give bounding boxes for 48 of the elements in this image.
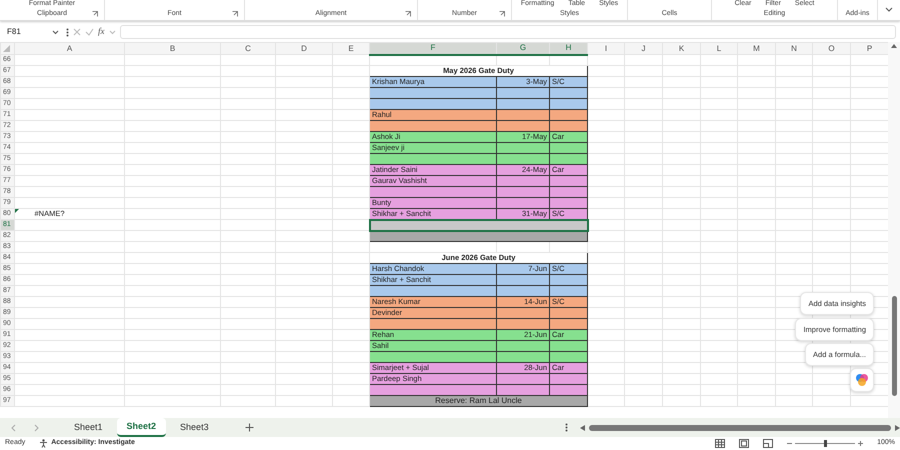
column-header[interactable]: I bbox=[588, 42, 624, 54]
zoom-in-icon[interactable] bbox=[858, 441, 864, 446]
page-layout-icon[interactable] bbox=[739, 439, 750, 448]
zoom-out-icon[interactable] bbox=[787, 441, 792, 446]
column-header[interactable]: P bbox=[850, 42, 888, 54]
column-header[interactable]: B bbox=[124, 42, 220, 54]
normal-view-icon[interactable] bbox=[715, 439, 726, 448]
sheet-tab[interactable]: Sheet1 bbox=[64, 418, 113, 436]
vertical-scrollbar[interactable] bbox=[888, 42, 900, 418]
table-cell[interactable] bbox=[370, 220, 588, 230]
column-header[interactable]: H bbox=[550, 42, 588, 54]
column-header[interactable]: M bbox=[738, 42, 776, 54]
column-header[interactable]: O bbox=[812, 42, 850, 54]
slider-thumb[interactable] bbox=[824, 440, 827, 447]
copilot-button[interactable] bbox=[850, 368, 874, 392]
more-options-icon[interactable] bbox=[66, 28, 69, 36]
reserve-note: Reserve: Ram Lal Uncle bbox=[370, 396, 588, 406]
dialog-launcher-icon[interactable] bbox=[232, 11, 238, 17]
column-header[interactable]: F bbox=[370, 42, 496, 54]
column-header[interactable]: J bbox=[624, 42, 662, 54]
column-header[interactable]: G bbox=[496, 42, 550, 54]
insert-function-button[interactable]: fx bbox=[98, 25, 104, 39]
collapse-ribbon-icon[interactable] bbox=[885, 7, 893, 13]
dropdown-icon[interactable] bbox=[52, 30, 59, 34]
zoom-slider[interactable] bbox=[795, 440, 856, 447]
dialog-launcher-icon[interactable] bbox=[499, 11, 505, 17]
accessibility-icon bbox=[39, 439, 48, 448]
scroll-left-icon[interactable] bbox=[580, 424, 586, 430]
sheet-tab[interactable]: Sheet3 bbox=[170, 418, 219, 436]
column-header[interactable]: L bbox=[700, 42, 738, 54]
copilot-icon[interactable] bbox=[855, 373, 869, 387]
sheet-tab[interactable]: Sheet2 bbox=[116, 418, 166, 438]
column-header[interactable]: K bbox=[662, 42, 700, 54]
scroll-up-icon[interactable] bbox=[888, 42, 900, 50]
scroll-right-icon[interactable] bbox=[894, 424, 900, 430]
scrollbar-thumb[interactable] bbox=[892, 296, 896, 396]
add-sheet-icon[interactable] bbox=[244, 423, 254, 432]
column-header[interactable]: A bbox=[14, 42, 124, 54]
formula-input[interactable] bbox=[120, 25, 896, 39]
column-header[interactable]: D bbox=[276, 42, 332, 54]
column-header[interactable]: C bbox=[220, 42, 276, 54]
dialog-launcher-icon[interactable] bbox=[92, 11, 98, 17]
page-break-icon[interactable] bbox=[763, 439, 774, 448]
column-header[interactable]: E bbox=[332, 42, 370, 54]
column-header[interactable]: N bbox=[776, 42, 812, 54]
more-options-icon[interactable] bbox=[564, 423, 568, 432]
error-indicator-icon bbox=[16, 210, 19, 213]
dialog-launcher-icon[interactable] bbox=[405, 11, 411, 17]
